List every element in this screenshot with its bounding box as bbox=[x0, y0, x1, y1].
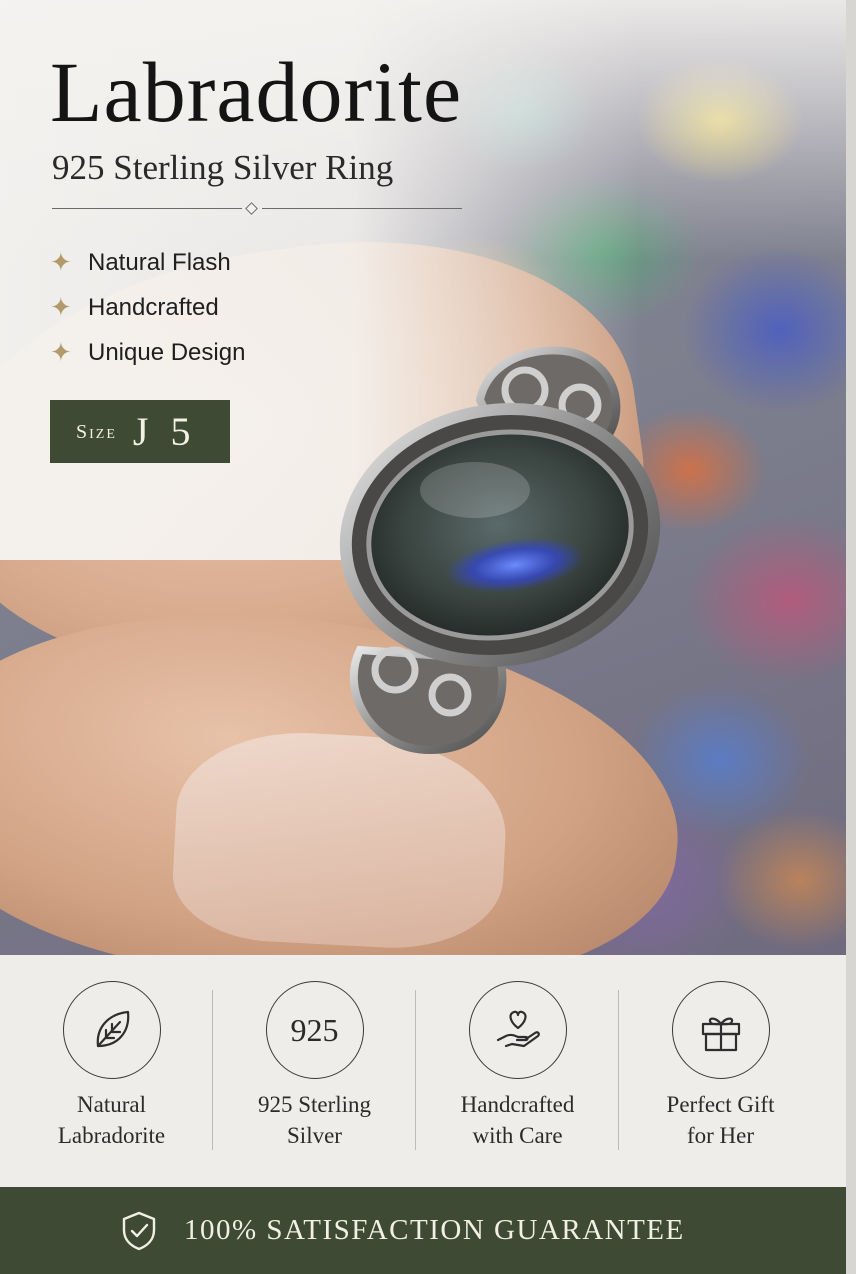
size-value: J 5 bbox=[132, 409, 197, 454]
benefit-natural-labradorite: Natural Labradorite bbox=[10, 955, 213, 1187]
shield-check-icon bbox=[122, 1211, 156, 1250]
product-subtitle: 925 Sterling Silver Ring bbox=[52, 148, 394, 187]
benefit-line1: Handcrafted bbox=[460, 1092, 575, 1117]
labradorite-ring-image bbox=[339, 346, 661, 755]
heart-hand-icon bbox=[468, 981, 567, 1079]
leaf-icon bbox=[62, 981, 161, 1079]
benefit-line1: Perfect Gift bbox=[666, 1092, 775, 1117]
benefit-sterling-silver: 925 925 Sterling Silver bbox=[213, 955, 416, 1187]
feature-label: Handcrafted bbox=[88, 293, 219, 321]
benefits-strip: Natural Labradorite 925 925 Sterling Sil… bbox=[0, 955, 846, 1187]
guarantee-banner: 100% SATISFACTION GUARANTEE bbox=[0, 1187, 846, 1274]
sparkle-icon: ✦ bbox=[50, 292, 72, 323]
product-title: Labradorite bbox=[50, 44, 463, 140]
badge-925-icon: 925 bbox=[265, 981, 364, 1079]
benefit-line2: for Her bbox=[686, 1123, 755, 1148]
sparkle-icon: ✦ bbox=[50, 247, 72, 278]
feature-list: ✦ Natural Flash ✦ Handcrafted ✦ Unique D… bbox=[50, 240, 245, 375]
benefit-line2: with Care bbox=[472, 1123, 563, 1148]
benefit-line1: 925 Sterling bbox=[257, 1092, 372, 1117]
badge-925-text: 925 bbox=[290, 1011, 339, 1048]
gift-icon bbox=[671, 981, 770, 1079]
feature-label: Unique Design bbox=[88, 338, 246, 366]
benefit-line2: Labradorite bbox=[57, 1123, 166, 1148]
feature-item: ✦ Natural Flash bbox=[50, 240, 245, 285]
size-badge: Size J 5 bbox=[50, 400, 230, 463]
ornamental-divider bbox=[52, 202, 462, 215]
feature-item: ✦ Handcrafted bbox=[50, 285, 245, 330]
benefit-line1: Natural bbox=[77, 1092, 146, 1117]
size-label: Size bbox=[76, 421, 117, 443]
benefit-handcrafted: Handcrafted with Care bbox=[416, 955, 619, 1187]
benefit-line2: Silver bbox=[287, 1123, 342, 1148]
feature-label: Natural Flash bbox=[88, 248, 231, 276]
guarantee-text: 100% SATISFACTION GUARANTEE bbox=[184, 1214, 685, 1246]
feature-item: ✦ Unique Design bbox=[50, 330, 245, 375]
sparkle-icon: ✦ bbox=[50, 337, 72, 368]
benefit-gift: Perfect Gift for Her bbox=[619, 955, 822, 1187]
product-photo bbox=[0, 0, 846, 955]
